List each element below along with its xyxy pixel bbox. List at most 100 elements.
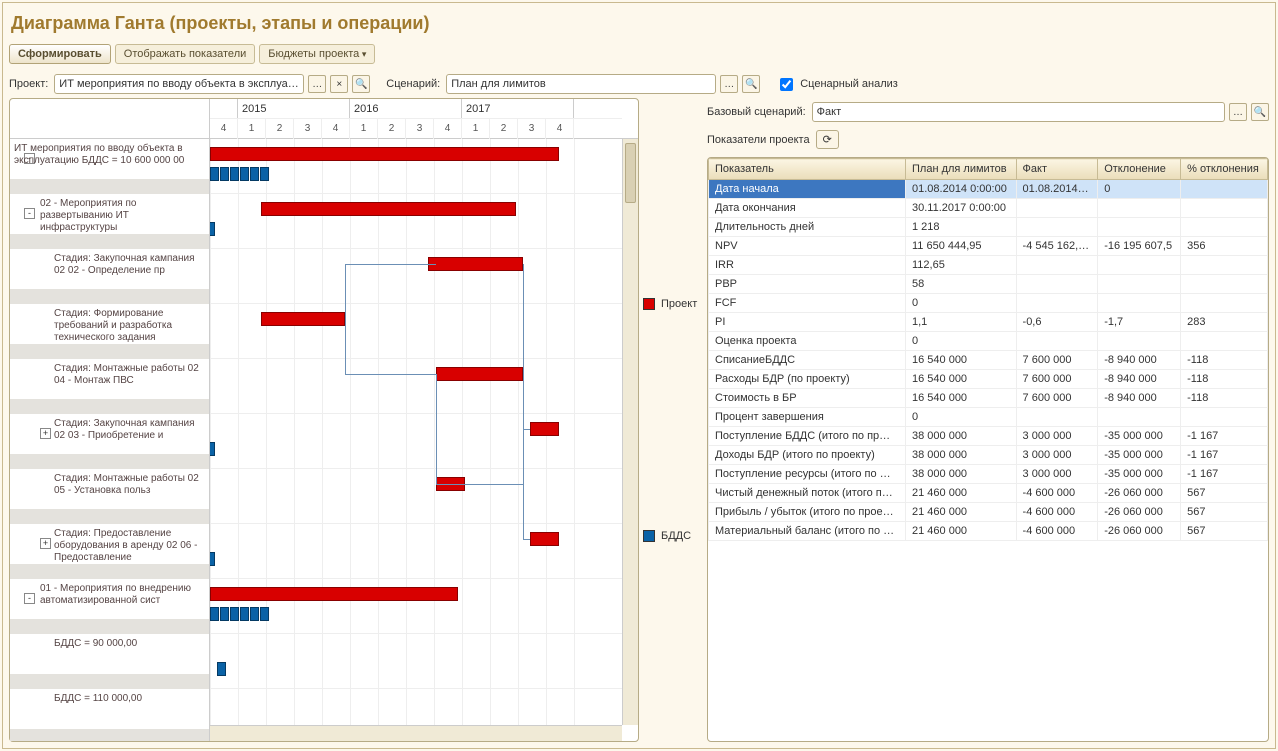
gantt-quarter-header: 1: [238, 119, 266, 139]
table-cell: 16 540 000: [906, 370, 1017, 389]
table-cell: [1016, 332, 1098, 351]
table-row[interactable]: FCF0: [709, 294, 1268, 313]
refresh-button[interactable]: ⟳: [816, 130, 839, 149]
gantt-task-bar-row: [210, 634, 622, 689]
gantt-bdds-bar[interactable]: [210, 607, 270, 621]
table-cell: [1181, 180, 1268, 199]
tree-toggle-icon[interactable]: +: [40, 428, 51, 439]
table-cell: 38 000 000: [906, 427, 1017, 446]
table-cell: 30.11.2017 0:00:00: [906, 199, 1017, 218]
table-header[interactable]: Отклонение: [1098, 159, 1181, 180]
table-cell: [1098, 256, 1181, 275]
table-cell: Прибыль / убыток (итого по прое…: [709, 503, 906, 522]
base-scenario-input[interactable]: Факт: [812, 102, 1225, 122]
table-cell: [1098, 275, 1181, 294]
table-row[interactable]: NPV11 650 444,95-4 545 162,…-16 195 607,…: [709, 237, 1268, 256]
legend-label: Проект: [661, 298, 697, 310]
table-header[interactable]: % отклонения: [1181, 159, 1268, 180]
table-row[interactable]: Расходы БДР (по проекту)16 540 0007 600 …: [709, 370, 1268, 389]
table-cell: 16 540 000: [906, 389, 1017, 408]
table-row[interactable]: Дата начала01.08.2014 0:00:0001.08.2014……: [709, 180, 1268, 199]
table-row[interactable]: Процент завершения0: [709, 408, 1268, 427]
table-row[interactable]: Доходы БДР (итого по проекту)38 000 0003…: [709, 446, 1268, 465]
gantt-scroll-horizontal[interactable]: [210, 725, 622, 741]
table-row[interactable]: Чистый денежный поток (итого п…21 460 00…: [709, 484, 1268, 503]
gantt-bdds-tick[interactable]: [217, 662, 226, 676]
gantt-bdds-tick[interactable]: [210, 222, 215, 236]
tree-toggle-icon[interactable]: +: [40, 538, 51, 549]
scenario-input[interactable]: План для лимитов: [446, 74, 716, 94]
table-row[interactable]: Дата окончания30.11.2017 0:00:00: [709, 199, 1268, 218]
gantt-bar[interactable]: [210, 587, 458, 601]
table-cell: -16 195 607,5: [1098, 237, 1181, 256]
budgets-dropdown[interactable]: Бюджеты проекта: [259, 44, 375, 64]
table-row[interactable]: Длительность дней1 218: [709, 218, 1268, 237]
table-cell: 3 000 000: [1016, 427, 1098, 446]
gantt-task-bar-row: [210, 249, 622, 304]
table-row[interactable]: Поступление БДДС (итого по пр…38 000 000…: [709, 427, 1268, 446]
scenario-analysis-checkbox[interactable]: [780, 78, 793, 91]
table-cell: Оценка проекта: [709, 332, 906, 351]
scenario-value: План для лимитов: [451, 78, 546, 90]
project-input[interactable]: ИТ мероприятия по вводу объекта в эксплу…: [54, 74, 304, 94]
gantt-bdds-tick[interactable]: [210, 442, 215, 456]
table-cell: -118: [1181, 389, 1268, 408]
table-row[interactable]: Стоимость в БР16 540 0007 600 000-8 940 …: [709, 389, 1268, 408]
project-clear-icon[interactable]: ×: [330, 75, 348, 93]
table-row[interactable]: Прибыль / убыток (итого по прое…21 460 0…: [709, 503, 1268, 522]
gantt-task-label-row: +Стадия: Предоставление оборудования в а…: [10, 524, 209, 579]
table-cell: 7 600 000: [1016, 389, 1098, 408]
base-scenario-dots-icon[interactable]: …: [1229, 103, 1247, 121]
table-row[interactable]: IRR112,65: [709, 256, 1268, 275]
show-indicators-button[interactable]: Отображать показатели: [115, 44, 255, 64]
tree-toggle-icon[interactable]: -: [24, 208, 35, 219]
table-cell: Поступление БДДС (итого по пр…: [709, 427, 906, 446]
table-row[interactable]: Поступление ресурсы (итого по …38 000 00…: [709, 465, 1268, 484]
table-cell: 0: [1098, 180, 1181, 199]
table-row[interactable]: PBP58: [709, 275, 1268, 294]
gantt-task-label-row: Стадия: Монтажные работы 02 04 - Монтаж …: [10, 359, 209, 414]
gantt-task-label-row: Стадия: Формирование требований и разраб…: [10, 304, 209, 359]
gantt-scroll-vertical[interactable]: [622, 139, 638, 725]
gantt-task-label-row: +Стадия: Закупочная кампания 02 03 - При…: [10, 414, 209, 469]
base-scenario-search-icon[interactable]: 🔍: [1251, 103, 1269, 121]
table-cell: PBP: [709, 275, 906, 294]
gantt-bar[interactable]: [436, 367, 523, 381]
table-cell: 21 460 000: [906, 503, 1017, 522]
gantt-bdds-bar[interactable]: [210, 167, 270, 181]
table-cell: 567: [1181, 522, 1268, 541]
tree-toggle-icon[interactable]: -: [24, 593, 35, 604]
table-row[interactable]: СписаниеБДДС16 540 0007 600 000-8 940 00…: [709, 351, 1268, 370]
table-row[interactable]: Материальный баланс (итого по …21 460 00…: [709, 522, 1268, 541]
scenario-dots-icon[interactable]: …: [720, 75, 738, 93]
gantt-quarter-header: 2: [266, 119, 294, 139]
table-header[interactable]: Показатель: [709, 159, 906, 180]
project-dots-icon[interactable]: …: [308, 75, 326, 93]
gantt-bar[interactable]: [261, 202, 516, 216]
gantt-bar[interactable]: [210, 147, 559, 161]
table-cell: 1 218: [906, 218, 1017, 237]
scenario-search-icon[interactable]: 🔍: [742, 75, 760, 93]
gantt-task-label-row: Стадия: Монтажные работы 02 05 - Установ…: [10, 469, 209, 524]
table-row[interactable]: PI1,1-0,6-1,7283: [709, 313, 1268, 332]
gantt-bdds-tick[interactable]: [210, 552, 215, 566]
project-label: Проект:: [9, 78, 48, 90]
gantt-task-label: Стадия: Закупочная кампания 02 02 - Опре…: [54, 253, 205, 277]
indicators-table[interactable]: ПоказательПлан для лимитовФактОтклонение…: [708, 158, 1268, 541]
generate-button[interactable]: Сформировать: [9, 44, 111, 64]
table-cell: [1181, 294, 1268, 313]
table-row[interactable]: Оценка проекта0: [709, 332, 1268, 351]
gantt-quarter-header: 3: [294, 119, 322, 139]
table-header[interactable]: План для лимитов: [906, 159, 1017, 180]
gantt-chart[interactable]: 201520162017 4123412341234 -ИТ мероприят…: [9, 98, 639, 742]
table-cell: -1 167: [1181, 465, 1268, 484]
table-cell: 112,65: [906, 256, 1017, 275]
gantt-bar[interactable]: [530, 422, 559, 436]
project-search-icon[interactable]: 🔍: [352, 75, 370, 93]
gantt-bar[interactable]: [428, 257, 523, 271]
table-cell: -26 060 000: [1098, 484, 1181, 503]
gantt-bar[interactable]: [261, 312, 345, 326]
table-cell: [1016, 275, 1098, 294]
gantt-bar[interactable]: [530, 532, 559, 546]
table-header[interactable]: Факт: [1016, 159, 1098, 180]
